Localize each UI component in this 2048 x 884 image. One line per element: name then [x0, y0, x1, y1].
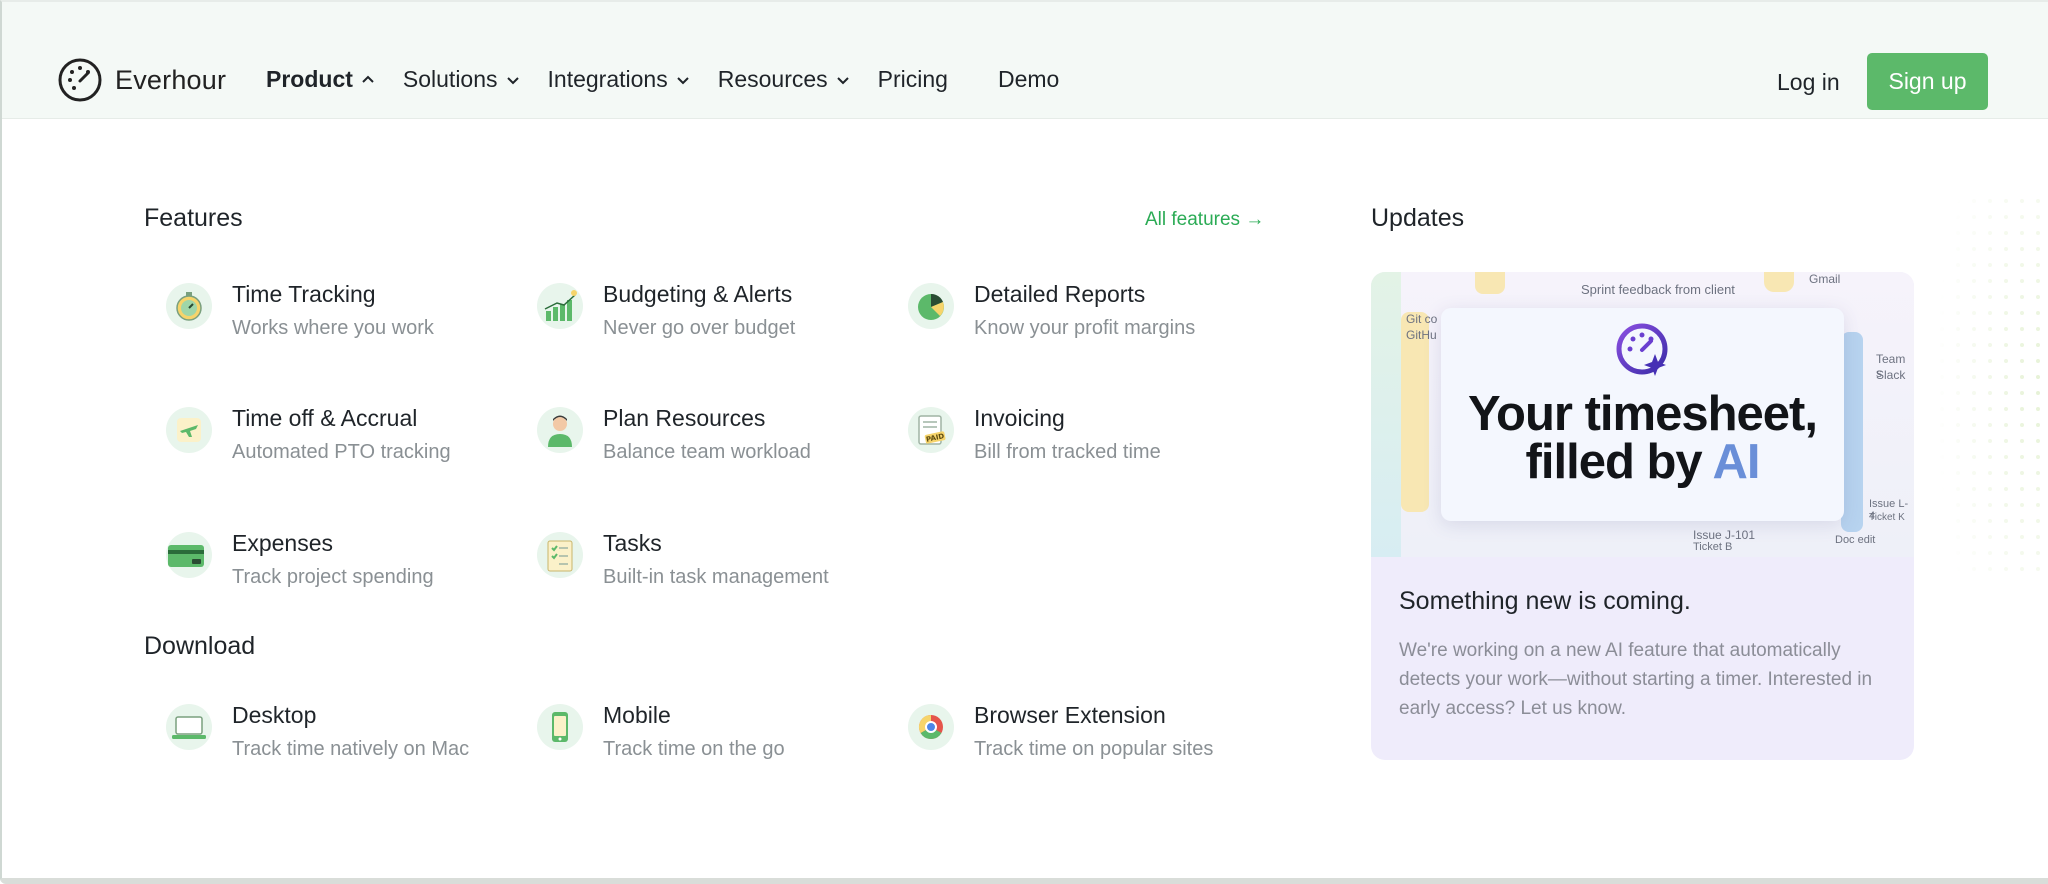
- person-icon: [537, 407, 583, 453]
- task-list-icon: [537, 532, 583, 578]
- collage-column: [1841, 332, 1863, 532]
- ai-promo-panel: Your timesheet, filled by AI: [1441, 308, 1844, 521]
- brand-name: Everhour: [115, 64, 227, 95]
- headline-line-1: Your timesheet,: [1468, 387, 1818, 441]
- collage-chip: Ticket K: [1869, 512, 1905, 523]
- download-desktop[interactable]: Desktop Track time natively on Mac: [166, 702, 526, 761]
- collage-chip: Doc edit: [1835, 534, 1876, 546]
- brand-logo[interactable]: Everhour: [57, 57, 226, 103]
- headline-line-2: filled by AI: [1441, 435, 1844, 489]
- top-nav-bar: Everhour Product Solutions Integrations …: [2, 2, 2048, 119]
- nav-product-label: Product: [266, 66, 353, 92]
- chevron-down-icon: [677, 76, 689, 84]
- feature-time-off-accrual[interactable]: Time off & Accrual Automated PTO trackin…: [166, 405, 526, 464]
- nav-integrations-label: Integrations: [547, 66, 668, 92]
- download-subtitle: Track time natively on Mac: [232, 738, 470, 760]
- feature-title: Plan Resources: [603, 405, 766, 431]
- download-title: Browser Extension: [974, 702, 1166, 728]
- feature-subtitle: Works where you work: [232, 317, 434, 339]
- nav-pricing-label: Pricing: [877, 66, 948, 92]
- collage-chip: Git co: [1406, 312, 1438, 326]
- phone-icon: [537, 704, 583, 750]
- pie-chart-icon: [908, 283, 954, 329]
- chevron-up-icon: [362, 75, 374, 83]
- collage-chip: Ticket B: [1693, 541, 1733, 553]
- main-nav: Product Solutions Integrations Resources…: [266, 66, 1087, 93]
- feature-subtitle: Built-in task management: [603, 566, 829, 588]
- feature-title: Detailed Reports: [974, 281, 1146, 307]
- nav-resources[interactable]: Resources: [718, 66, 850, 93]
- collage-column: [1401, 312, 1429, 512]
- download-heading: Download: [144, 632, 256, 660]
- chart-growth-icon: [537, 283, 583, 329]
- nav-demo-label: Demo: [997, 66, 1060, 92]
- download-title: Desktop: [232, 702, 317, 728]
- nav-demo[interactable]: Demo: [998, 66, 1059, 93]
- feature-subtitle: Track project spending: [232, 566, 434, 588]
- update-card-image: Sprint feedback from client Gmail Git co…: [1371, 272, 1914, 557]
- download-title: Mobile: [603, 702, 671, 728]
- everhour-logo-icon: [58, 58, 102, 102]
- collage-column: [1475, 272, 1505, 294]
- feature-title: Tasks: [603, 530, 662, 556]
- headline-ai-word: AI: [1712, 435, 1760, 489]
- nav-solutions[interactable]: Solutions: [403, 66, 520, 93]
- collage-chip: Slack: [1876, 368, 1906, 382]
- page-frame: Everhour Product Solutions Integrations …: [0, 0, 2048, 884]
- feature-title: Budgeting & Alerts: [603, 281, 793, 307]
- feature-title: Time Tracking: [232, 281, 376, 307]
- login-link[interactable]: Log in: [1777, 69, 1840, 96]
- all-features-link[interactable]: All features →: [1145, 209, 1264, 231]
- feature-plan-resources[interactable]: Plan Resources Balance team workload: [537, 405, 897, 464]
- chrome-icon: [908, 704, 954, 750]
- collage-chip: Issue J-101: [1693, 528, 1756, 542]
- features-heading: Features: [144, 204, 243, 232]
- headline-line-2-text: filled by: [1525, 435, 1713, 489]
- nav-integrations[interactable]: Integrations: [548, 66, 690, 93]
- download-subtitle: Track time on the go: [603, 738, 785, 760]
- feature-subtitle: Bill from tracked time: [974, 441, 1161, 463]
- nav-resources-label: Resources: [717, 66, 828, 92]
- download-subtitle: Track time on popular sites: [974, 738, 1214, 760]
- collage-chip: Sprint feedback from client: [1581, 282, 1735, 297]
- stopwatch-icon: [166, 283, 212, 329]
- feature-budgeting-alerts[interactable]: Budgeting & Alerts Never go over budget: [537, 281, 897, 340]
- feature-title: Invoicing: [974, 405, 1065, 431]
- feature-time-tracking[interactable]: Time Tracking Works where you work: [166, 281, 526, 340]
- ai-promo-headline: Your timesheet, filled by AI: [1441, 387, 1844, 489]
- updates-heading: Updates: [1371, 204, 1465, 232]
- feature-subtitle: Never go over budget: [603, 317, 796, 339]
- laptop-icon: [166, 704, 212, 750]
- feature-title: Expenses: [232, 530, 334, 556]
- feature-tasks[interactable]: Tasks Built-in task management: [537, 530, 897, 589]
- collage-chip: GitHu: [1406, 328, 1437, 342]
- download-mobile[interactable]: Mobile Track time on the go: [537, 702, 897, 761]
- feature-expenses[interactable]: Expenses Track project spending: [166, 530, 526, 589]
- feature-subtitle: Know your profit margins: [974, 317, 1196, 339]
- download-browser-extension[interactable]: Browser Extension Track time on popular …: [908, 702, 1268, 761]
- chevron-down-icon: [836, 76, 849, 84]
- update-card-title: Something new is coming.: [1399, 587, 1691, 615]
- update-card-text: We're working on a new AI feature that a…: [1399, 640, 1873, 719]
- feature-invoicing[interactable]: PAID Invoicing Bill from tracked time: [908, 405, 1268, 464]
- collage-column: [1764, 272, 1794, 292]
- update-card-body: Something new is coming. We're working o…: [1399, 587, 1889, 723]
- credit-card-icon: [166, 532, 212, 578]
- collage-column: [1371, 272, 1401, 557]
- feature-detailed-reports[interactable]: Detailed Reports Know your profit margin…: [908, 281, 1268, 340]
- paid-invoice-icon: PAID: [908, 407, 954, 453]
- nav-pricing[interactable]: Pricing: [878, 66, 948, 93]
- feature-title: Time off & Accrual: [232, 405, 418, 431]
- airplane-icon: [166, 407, 212, 453]
- chevron-down-icon: [506, 76, 519, 84]
- nav-solutions-label: Solutions: [402, 66, 498, 92]
- ai-clock-logo-icon: [1616, 323, 1668, 376]
- update-card[interactable]: Sprint feedback from client Gmail Git co…: [1371, 272, 1914, 760]
- decorative-dot-pattern: [1922, 197, 2048, 577]
- nav-product[interactable]: Product: [266, 66, 375, 93]
- collage-chip: Gmail: [1809, 272, 1841, 286]
- signup-button[interactable]: Sign up: [1867, 53, 1988, 110]
- feature-subtitle: Balance team workload: [603, 441, 811, 463]
- feature-subtitle: Automated PTO tracking: [232, 441, 451, 463]
